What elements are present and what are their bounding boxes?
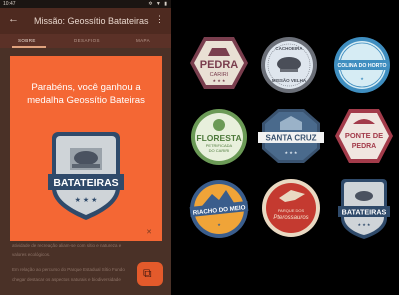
status-bar: 10:47 ✲ ▼ ▮	[0, 0, 171, 8]
share-icon: ⧉	[143, 266, 152, 280]
close-icon[interactable]: ✕	[146, 228, 152, 236]
badge-title: CACHOEIRA	[275, 46, 303, 51]
svg-text:★ ★ ★: ★ ★ ★	[358, 222, 371, 227]
screen: 10:47 ✲ ▼ ▮ ← Missão: Geossítio Batateir…	[0, 0, 399, 295]
badge-title: PARQUE DOS	[278, 208, 305, 213]
badge-title: COLINA DO HORTO	[338, 63, 387, 69]
body-text-line: atividade de recreação aliam-se com síti…	[12, 243, 122, 248]
badge-title: PONTE DE	[345, 131, 383, 140]
badge-batateiras[interactable]: BATATEIRAS ★ ★ ★	[338, 178, 390, 240]
badge-floresta-petrificada[interactable]: FLORESTA PETRIFICADA DO CARIRI	[190, 108, 248, 166]
svg-text:★ ★ ★: ★ ★ ★	[213, 78, 226, 83]
share-button[interactable]: ⧉	[137, 262, 163, 286]
badge-subtitle: PEDRA	[352, 143, 377, 150]
tab-mapa[interactable]: MAPA	[136, 38, 150, 43]
app-bar: ← Missão: Geossítio Batateiras ⋮	[0, 8, 171, 34]
tab-sobre[interactable]: SOBRE	[18, 38, 36, 43]
arrow-back-icon[interactable]: ←	[8, 13, 19, 25]
badge-santa-cruz[interactable]: SANTA CRUZ ★ ★ ★	[258, 108, 324, 164]
badge-subtitle: MISSÃO VELHA	[272, 77, 307, 83]
body-text-line: valores ecológicos.	[12, 252, 51, 257]
badge-title: FLORESTA	[196, 133, 241, 143]
body-text-line: chegar destacar os aspectos naturais e b…	[12, 277, 121, 282]
badge-pedra-cariri[interactable]: PEDRA CARIRI ★ ★ ★	[190, 36, 248, 90]
medal-badge-label: BATATEIRAS	[53, 177, 118, 189]
svg-text:★ ★ ★: ★ ★ ★	[75, 196, 98, 204]
badge-riacho-do-meio[interactable]: RIACHO DO MEIO ★	[188, 178, 250, 240]
badge-cachoeira[interactable]: CACHOEIRA MISSÃO VELHA	[260, 36, 318, 94]
badge-subtitle-2: DO CARIRI	[209, 148, 230, 153]
phone-screen: 10:47 ✲ ▼ ▮ ← Missão: Geossítio Batateir…	[0, 0, 171, 295]
badge-subtitle: Pterossauros	[273, 215, 308, 221]
congrats-message: Parabéns, você ganhou a medalha Geossíti…	[27, 82, 145, 106]
app-title: Missão: Geossítio Batateiras	[34, 16, 149, 26]
svg-text:★: ★	[360, 76, 364, 81]
medal-dialog: Parabéns, você ganhou a medalha Geossíti…	[10, 56, 162, 241]
body-text-line: Em relação ao percurso do Parque Estadua…	[12, 267, 125, 272]
svg-text:★ ★ ★: ★ ★ ★	[285, 150, 298, 155]
badge-title: SANTA CRUZ	[265, 134, 316, 143]
badge-parque-dos-pterossauros[interactable]: PARQUE DOS Pterossauros	[261, 178, 321, 238]
overflow-menu-icon[interactable]: ⋮	[155, 14, 164, 25]
tab-bar: SOBRE DESAFIOS MAPA	[0, 34, 171, 48]
badge-title: BATATEIRAS	[342, 208, 387, 217]
medal-badge: BATATEIRAS ★ ★ ★	[48, 132, 124, 220]
tab-desafios[interactable]: DESAFIOS	[74, 38, 100, 43]
status-time: 10:47	[3, 1, 16, 7]
badge-colina-do-horto[interactable]: COLINA DO HORTO ★	[333, 36, 391, 94]
badge-title: PEDRA	[200, 59, 239, 71]
svg-text:★: ★	[217, 222, 221, 227]
status-icons: ✲ ▼ ▮	[148, 1, 168, 7]
badge-ponte-de-pedra[interactable]: PONTE DE PEDRA	[335, 108, 393, 164]
